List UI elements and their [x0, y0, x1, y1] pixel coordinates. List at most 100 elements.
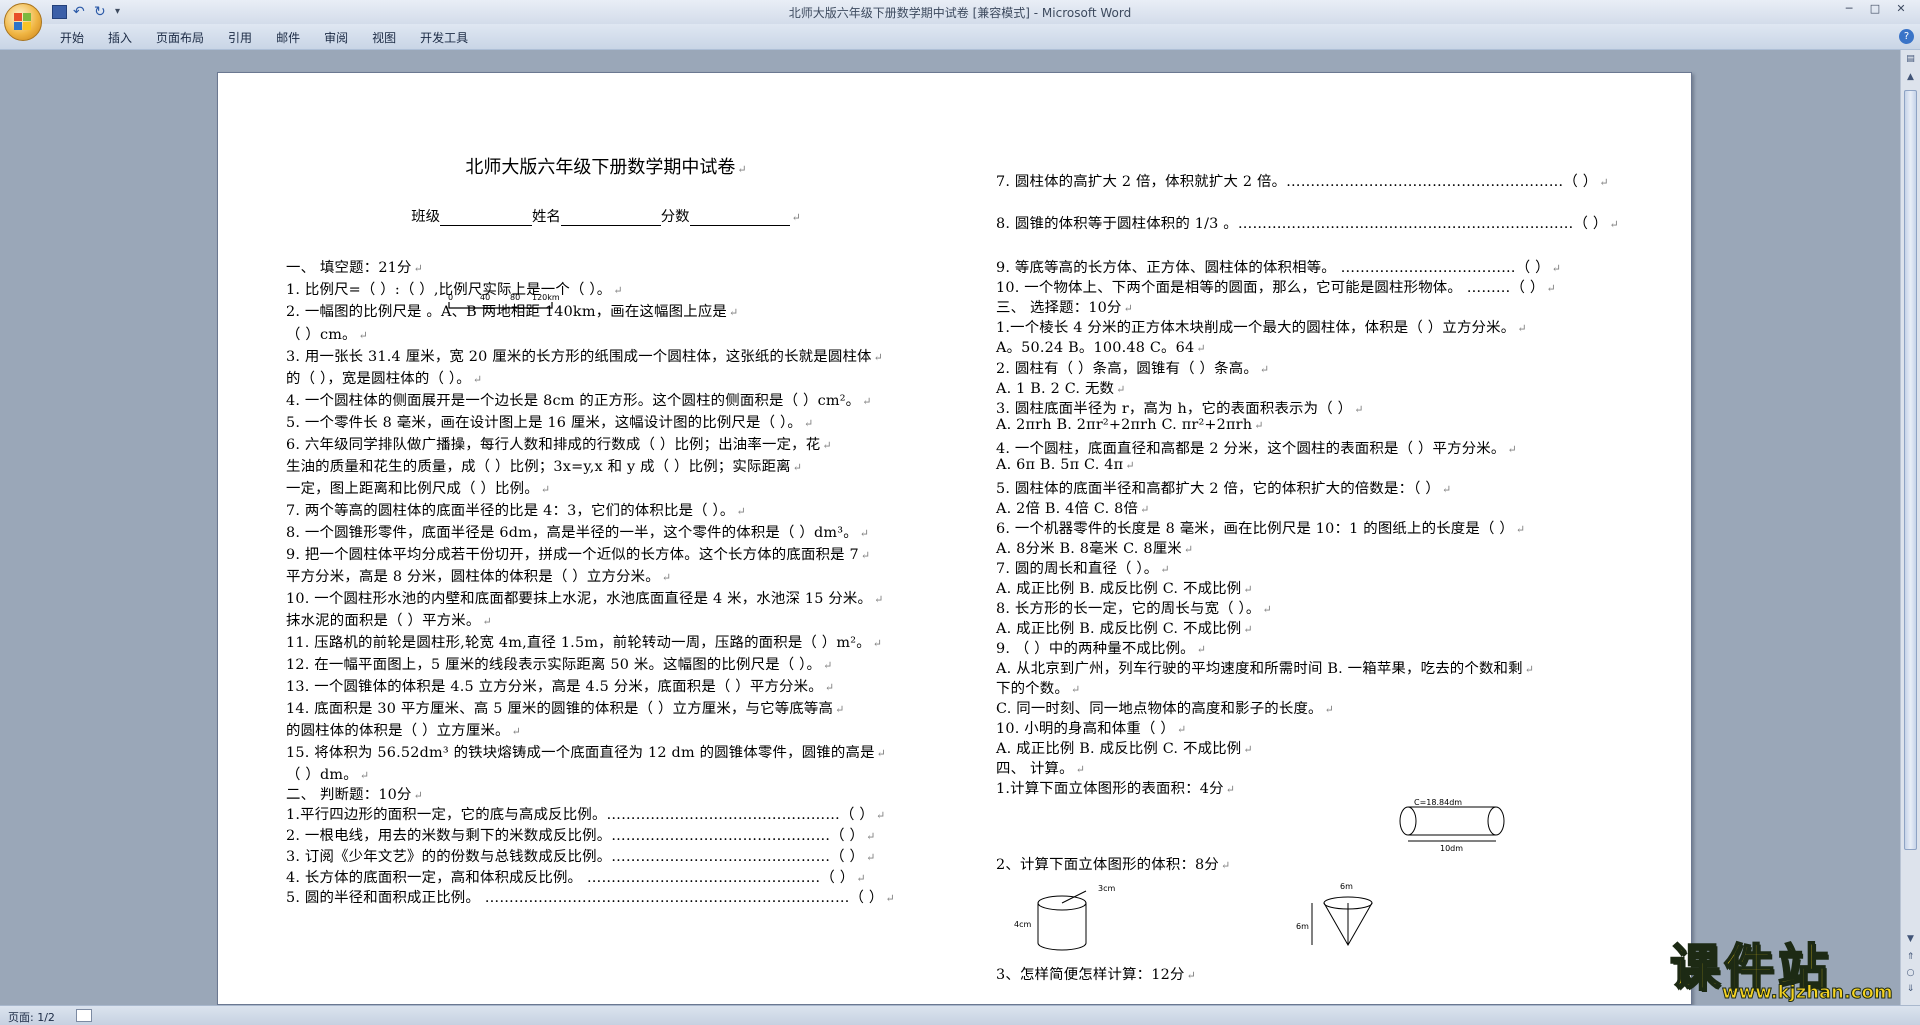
office-button[interactable] — [4, 3, 42, 41]
right-column-line: 7. 圆的周长和直径（ ）。 ↵ — [996, 561, 1170, 577]
scale-tick-120: 120km — [532, 293, 560, 302]
maximize-icon[interactable]: □ — [1862, 2, 1888, 18]
cylinder2-height-label: 4cm — [1014, 920, 1031, 929]
left-column-line: 2. 一根电线，用去的米数与剩下的米数成反比例。………………………………………（… — [286, 828, 876, 844]
left-column-line: 抹水泥的面积是（ ）平方米。 ↵ — [286, 613, 492, 629]
cone-diameter-label: 6m — [1340, 882, 1353, 891]
left-column-line: 二、 判断题：10分 ↵ — [286, 787, 424, 803]
right-column-line: 9. 等底等高的长方体、正方体、圆柱体的体积相等。 ………………………………（ … — [996, 260, 1562, 276]
right-column-line: A. 2倍 B. 4倍 C. 8倍 ↵ — [996, 501, 1150, 517]
tab-references[interactable]: 引用 — [218, 29, 266, 46]
right-column-line: 6. 一个机器零件的长度是 8 毫米，画在比例尺是 10：1 的图纸上的长度是（… — [996, 521, 1526, 537]
right-column-line: A. 成正比例 B. 成反比例 C. 不成比例 ↵ — [996, 621, 1253, 637]
right-column-line: 4. 一个圆柱，底面直径和高都是 2 分米，这个圆柱的表面积是（ ）平方分米。 ↵ — [996, 441, 1517, 457]
left-column-line: 3. 用一张长 31.4 厘米，宽 20 厘米的长方形的纸围成一个圆柱体，这张纸… — [286, 349, 884, 365]
right-column-line: 下的个数。 ↵ — [996, 681, 1081, 697]
tab-page-layout[interactable]: 页面布局 — [146, 29, 218, 46]
proofing-icon[interactable] — [76, 1009, 92, 1022]
right-column-line: A. 从北京到广州，列车行驶的平均速度和所需时间 B. 一箱苹果，吃去的个数和剩… — [996, 661, 1535, 677]
right-column-line: A. 1 B. 2 C. 无数 ↵ — [996, 381, 1126, 397]
right-column-line: A. 成正比例 B. 成反比例 C. 不成比例 ↵ — [996, 581, 1253, 597]
right-column-line: 1.一个棱长 4 分米的正方体木块削成一个最大的圆柱体，体积是（ ）立方分米。 ↵ — [996, 320, 1527, 336]
right-column-line: A。50.24 B。100.48 C。64 ↵ — [996, 340, 1206, 356]
right-column-line: 3、怎样简便怎样计算：12分 ↵ — [996, 967, 1196, 983]
left-column-line: 4. 一个圆柱体的侧面展开是一个边长是 8cm 的正方形。这个圆柱的侧面积是（ … — [286, 393, 872, 409]
minimize-icon[interactable]: ─ — [1836, 2, 1862, 18]
office-logo-icon — [14, 13, 32, 31]
left-column-line: 7. 两个等高的圆柱体的底面半径的比是 4：3，它们的体积比是（ ）。 ↵ — [286, 503, 746, 519]
cylinder-figure-volume: 3cm 4cm — [1014, 884, 1115, 951]
right-column-line: 三、 选择题：10分 ↵ — [996, 300, 1134, 316]
window-title: 北师大版六年级下册数学期中试卷 [兼容模式] - Microsoft Word — [788, 6, 1132, 20]
tab-home[interactable]: 开始 — [50, 29, 98, 46]
scale-tick-0: 0 — [448, 293, 453, 302]
tab-view[interactable]: 视图 — [362, 29, 410, 46]
right-column-line: 8. 圆锥的体积等于圆柱体积的 1/3 。…………………………………………………… — [996, 216, 1619, 232]
left-column-line: 3. 订阅《少年文艺》的的份数与总钱数成反比例。………………………………………（… — [286, 849, 876, 865]
cone-figure: 6m 6m — [1296, 882, 1373, 947]
student-info-row: 班级 姓名 分数 ↵ — [411, 209, 801, 226]
name-blank — [560, 212, 661, 226]
tab-review[interactable]: 审阅 — [314, 29, 362, 46]
score-blank — [689, 212, 790, 226]
window-controls: ─ □ ✕ — [1836, 2, 1914, 18]
left-column-line: 的（ ），宽是圆柱体的（ ）。 ↵ — [286, 371, 483, 387]
right-column-line: 10. 小明的身高和体重（ ） ↵ — [996, 721, 1187, 737]
ruler-toggle-icon[interactable]: ▤ — [1903, 52, 1918, 67]
cylinder1-length-label: 10dm — [1440, 844, 1463, 853]
right-column-line: A. 成正比例 B. 成反比例 C. 不成比例 ↵ — [996, 741, 1253, 757]
left-column-line: 5. 圆的半径和面积成正比例。 ………………………………………………………………… — [286, 890, 895, 906]
left-column-line: 12. 在一幅平面图上，5 厘米的线段表示实际距离 50 米。这幅图的比例尺是（… — [286, 657, 833, 673]
left-column-line: 一定，图上距离和比例尺成（ ）比例。 ↵ — [286, 481, 551, 497]
left-column-line: 9. 把一个圆柱体平均分成若干份切开，拼成一个近似的长方体。这个长方体的底面积是… — [286, 547, 871, 563]
document-title: 北师大版六年级下册数学期中试卷 ↵ — [465, 157, 747, 178]
left-column-line: 6. 六年级同学排队做广播操，每行人数和排成的行数成（ ）比例；出油率一定，花 ↵ — [286, 437, 832, 453]
left-column-line: 生油的质量和花生的质量，成（ ）比例；3x=y,x 和 y 成（ ）比例；实际距… — [286, 459, 803, 475]
right-column-line: 5. 圆柱体的底面半径和高都扩大 2 倍，它的体积扩大的倍数是：（ ） ↵ — [996, 481, 1452, 497]
right-column-line: A. 6π B. 5π C. 4π ↵ — [996, 457, 1135, 473]
left-column-line: 的圆柱体的体积是（ ）立方厘米。 ↵ — [286, 723, 522, 739]
left-column-line: 8. 一个圆锥形零件，底面半径是 6dm，高是半径的一半，这个零件的体积是（ ）… — [286, 525, 870, 541]
left-column-line: 一、 填空题：21分 ↵ — [286, 260, 424, 276]
score-label: 分数 — [660, 209, 690, 225]
cylinder1-circumference-label: C=18.84dm — [1414, 798, 1462, 807]
right-column-line: 10. 一个物体上、下两个面是相等的圆面，那么，它可能是圆柱形物体。 ………（ … — [996, 280, 1556, 296]
right-column-line: A. 8分米 B. 8毫米 C. 8厘米 ↵ — [996, 541, 1194, 557]
help-icon[interactable]: ? — [1899, 29, 1914, 44]
ribbon: 开始 插入 页面布局 引用 邮件 审阅 视图 开发工具 ? — [0, 24, 1920, 50]
scale-tick-40: 40 — [480, 293, 490, 302]
right-column-line: C. 同一时刻、同一地点物体的高度和影子的长度。 ↵ — [996, 701, 1335, 717]
watermark-url: www.kjzhan.com — [1722, 982, 1894, 1004]
tab-mailings[interactable]: 邮件 — [266, 29, 314, 46]
cone-height-label: 6m — [1296, 922, 1309, 931]
right-column-line: A. 2πrh B. 2πr²+2πrh C. πr²+2πrh ↵ — [996, 417, 1264, 433]
left-column-line: 5. 一个零件长 8 毫米，画在设计图上是 16 厘米，这幅设计图的比例尺是（ … — [286, 415, 814, 431]
scale-tick-80: 80 — [510, 293, 520, 302]
vertical-scrollbar[interactable]: ▤ ▲ ▼ ⇑ ○ ⇓ — [1900, 50, 1920, 1005]
page-count[interactable]: 页面: 1/2 — [8, 1009, 55, 1025]
left-column-line: 平方分米，高是 8 分米，圆柱体的体积是（ ）立方分米。 ↵ — [286, 569, 672, 585]
tab-insert[interactable]: 插入 — [98, 29, 146, 46]
scroll-up-icon[interactable]: ▲ — [1903, 70, 1918, 85]
right-column-line: 1.计算下面立体图形的表面积：4分 ↵ — [996, 781, 1236, 797]
left-column-line: 13. 一个圆锥体的体积是 4.5 立方分米，高是 4.5 分米，底面积是（ ）… — [286, 679, 835, 695]
name-label: 姓名 — [531, 209, 561, 225]
right-column-line: 2. 圆柱有（ ）条高，圆锥有（ ）条高。 ↵ — [996, 361, 1270, 377]
left-column-line: （ ）cm。 ↵ — [286, 327, 369, 343]
status-bar: 页面: 1/2 — [0, 1005, 1920, 1025]
title-bar: ↶ ↻ ▾ 北师大版六年级下册数学期中试卷 [兼容模式] - Microsoft… — [0, 0, 1920, 24]
left-column-line: （ ）dm。 ↵ — [286, 767, 370, 783]
tab-developer[interactable]: 开发工具 — [410, 29, 482, 46]
watermark-logo: 课件站 www.kjzhan.com — [1664, 928, 1914, 1004]
ribbon-tabs: 开始 插入 页面布局 引用 邮件 审阅 视图 开发工具 — [50, 29, 482, 46]
document-page[interactable]: 北师大版六年级下册数学期中试卷 ↵ 班级 姓名 分数 ↵ 一、 填空题：21分 ↵ 1. 比… — [217, 72, 1692, 1005]
left-column-line: 4. 长方体的底面积一定，高和体积成反比例。 …………………………………………（… — [286, 870, 866, 886]
close-icon[interactable]: ✕ — [1888, 2, 1914, 18]
right-column-line: 3. 圆柱底面半径为 r，高为 h，它的表面积表示为（ ） ↵ — [996, 401, 1364, 417]
left-column-line: 11. 压路机的前轮是圆柱形,轮宽 4m,直径 1.5m，前轮转动一周，压路的面… — [286, 635, 883, 651]
left-column-line: 1.平行四边形的面积一定，它的底与高成反比例。…………………………………………（… — [286, 807, 886, 823]
left-column-line: 15. 将体积为 56.52dm³ 的铁块熔铸成一个底面直径为 12 dm 的圆… — [286, 745, 887, 761]
left-column-line: 10. 一个圆柱形水池的内壁和底面都要抹上水泥，水池底面直径是 4 米，水池深 … — [286, 591, 884, 607]
scroll-thumb[interactable] — [1904, 90, 1917, 850]
cylinder-figure-surface: C=18.84dm 10dm — [1399, 798, 1505, 853]
